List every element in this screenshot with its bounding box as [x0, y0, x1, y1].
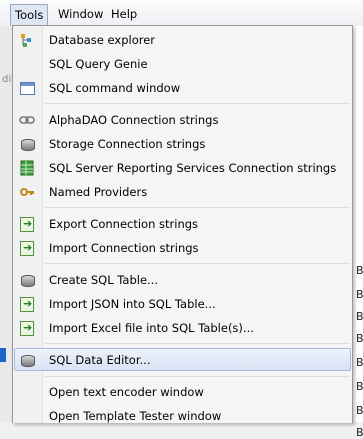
right-fragment: B	[356, 380, 363, 393]
menu-item-label: Import Connection strings	[49, 241, 199, 255]
chain-link-icon	[19, 112, 35, 128]
menu-item-sql-command-window[interactable]: SQL command window	[15, 77, 350, 99]
menu-item-storage-connection-strings[interactable]: Storage Connection strings	[15, 133, 350, 155]
menu-separator	[45, 376, 350, 377]
menu-item-open-template-tester[interactable]: Open Template Tester window	[15, 405, 350, 427]
menu-item-ssrs-connection-strings[interactable]: SQL Server Reporting Services Connection…	[15, 157, 350, 179]
database-cylinder-icon	[19, 352, 35, 368]
menu-bar: Tools Window Help	[0, 0, 363, 27]
left-selection-marker	[0, 348, 6, 362]
menu-item-open-text-encoder[interactable]: Open text encoder window	[15, 381, 350, 403]
import-excel-icon: ➜	[19, 320, 35, 336]
export-icon: ➜	[19, 216, 35, 232]
import-json-icon: ➜	[19, 296, 35, 312]
menu-item-label: Named Providers	[49, 185, 148, 199]
menu-item-label: AlphaDAO Connection strings	[49, 113, 219, 127]
menu-item-label: Storage Connection strings	[49, 137, 206, 151]
menu-item-label: Open text encoder window	[49, 385, 204, 399]
menu-item-named-providers[interactable]: Named Providers	[15, 181, 350, 203]
right-fragment: B	[356, 310, 363, 323]
right-fragment: B	[356, 404, 363, 417]
right-fragment: B	[356, 356, 363, 369]
create-table-icon	[19, 272, 35, 288]
menu-item-export-connection-strings[interactable]: ➜ Export Connection strings	[15, 213, 350, 235]
menu-item-database-explorer[interactable]: Database explorer	[15, 29, 350, 51]
menu-item-sql-data-editor[interactable]: SQL Data Editor...	[14, 348, 351, 371]
menu-item-label: Import JSON into SQL Table...	[49, 297, 216, 311]
menu-separator	[45, 263, 350, 264]
menu-item-label: SQL Query Genie	[49, 57, 148, 71]
tools-dropdown-menu: Database explorer SQL Query Genie SQL co…	[12, 25, 353, 423]
menu-item-label: SQL Server Reporting Services Connection…	[49, 161, 337, 175]
database-explorer-icon	[19, 32, 35, 48]
menu-window[interactable]: Window	[54, 6, 107, 22]
report-grid-icon	[19, 160, 35, 176]
menu-separator	[45, 207, 350, 208]
window-icon	[19, 80, 35, 96]
menu-item-import-json[interactable]: ➜ Import JSON into SQL Table...	[15, 293, 350, 315]
import-icon: ➜	[19, 240, 35, 256]
menu-item-label: SQL Data Editor...	[49, 353, 151, 367]
database-cylinder-icon	[19, 136, 35, 152]
menu-separator	[45, 103, 350, 104]
menu-item-label: Create SQL Table...	[49, 273, 158, 287]
right-fragment: B	[356, 264, 363, 277]
menu-item-label: Export Connection strings	[49, 217, 199, 231]
menu-help[interactable]: Help	[107, 6, 141, 22]
key-icon	[19, 184, 35, 200]
menu-item-label: Database explorer	[49, 33, 156, 47]
menu-tools[interactable]: Tools	[10, 4, 49, 27]
right-fragment: B	[356, 426, 363, 439]
menu-item-create-sql-table[interactable]: Create SQL Table...	[15, 269, 350, 291]
menu-item-alphadao-connection-strings[interactable]: AlphaDAO Connection strings	[15, 109, 350, 131]
menu-item-label: SQL command window	[49, 81, 181, 95]
menu-item-sql-query-genie[interactable]: SQL Query Genie	[15, 53, 350, 75]
right-fragment: B	[356, 288, 363, 301]
menu-item-import-connection-strings[interactable]: ➜ Import Connection strings	[15, 237, 350, 259]
menu-separator	[45, 343, 350, 344]
menu-item-label: Open Template Tester window	[49, 409, 222, 423]
menu-item-import-excel[interactable]: ➜ Import Excel file into SQL Table(s)...	[15, 317, 350, 339]
menu-item-label: Import Excel file into SQL Table(s)...	[49, 321, 254, 335]
right-fragment: B	[356, 332, 363, 345]
